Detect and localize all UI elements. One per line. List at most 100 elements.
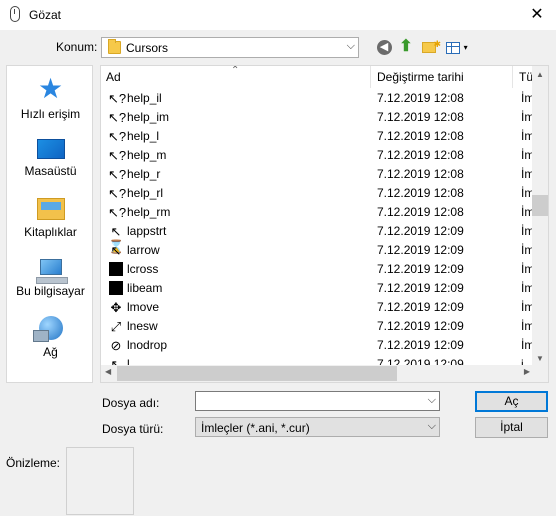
file-row[interactable]: ↖? help_im 7.12.2019 12:08 İm [101,108,534,127]
up-folder-button[interactable]: ⬆ [397,38,415,56]
location-label: Konum: [56,40,98,54]
folder-icon [108,39,121,54]
file-row[interactable]: ↖⌛ lappstrt 7.12.2019 12:09 İm [101,222,534,254]
file-row[interactable]: ⊘ lnodrop 7.12.2019 12:09 İm [101,336,534,355]
file-name: help_r [127,167,161,181]
file-row[interactable]: ↖? help_r 7.12.2019 12:08 İm [101,165,534,184]
file-date: 7.12.2019 12:09 [377,300,464,314]
filetype-label: Dosya türü: [102,422,164,436]
close-button[interactable]: ✕ [526,5,548,25]
scroll-down-icon[interactable]: ▼ [532,354,548,363]
file-date: 7.12.2019 12:08 [377,91,464,105]
place-label: Kitaplıklar [24,225,77,239]
file-name: help_rm [127,205,171,219]
place-libraries[interactable]: Kitaplıklar [7,196,94,239]
file-row[interactable]: ↖? help_l 7.12.2019 12:08 İm [101,127,534,146]
scroll-left-icon[interactable]: ◀ [105,367,111,376]
places-sidebar: ★ Hızlı erişim Masaüstü Kitaplıklar Bu b… [6,65,93,383]
vertical-scroll-thumb[interactable] [532,195,548,216]
place-quick-access[interactable]: ★ Hızlı erişim [7,73,94,122]
place-this-pc[interactable]: Bu bilgisayar [7,256,94,298]
filename-label: Dosya adı: [102,396,160,410]
black-square-icon [109,262,123,276]
file-date: 7.12.2019 12:08 [377,148,464,162]
filename-input[interactable]: ⌵ [195,391,440,411]
mouse-icon [10,6,20,22]
scroll-right-icon[interactable]: ▶ [524,367,530,376]
file-date: 7.12.2019 12:09 [377,262,464,276]
no-drop-icon: ⊘ [110,338,122,353]
file-name: l [127,357,130,365]
arrow-cursor-icon: ↖ [110,243,122,258]
diagonal-resize-icon: ⤢ [110,319,122,334]
chevron-down-icon[interactable]: ⌵ [347,40,355,53]
vertical-scrollbar[interactable]: ▲ ▼ [532,66,548,367]
app-starting-cursor-icon: ↖⌛ [108,224,125,254]
file-row[interactable]: ↖? help_m 7.12.2019 12:08 İm [101,146,534,165]
place-label: Bu bilgisayar [16,284,85,298]
help-cursor-icon: ↖? [108,167,127,182]
file-row[interactable]: ↖ l 7.12.2019 12:09 i [101,355,534,365]
help-cursor-icon: ↖? [108,186,127,201]
scroll-up-icon[interactable]: ▲ [532,70,548,79]
column-header-type[interactable]: Tür [514,66,534,88]
file-date: 7.12.2019 12:09 [377,243,464,257]
file-row[interactable]: ⤢ lnesw 7.12.2019 12:09 İm [101,317,534,336]
file-name: help_il [127,91,162,105]
open-button[interactable]: Aç [475,391,548,412]
libraries-icon [36,198,65,220]
location-combobox[interactable]: Cursors ⌵ [101,37,359,58]
file-date: 7.12.2019 12:08 [377,110,464,124]
cancel-button[interactable]: İptal [475,417,548,438]
dropdown-arrow-icon: ▾ [463,42,468,52]
file-row[interactable]: ✥ lmove 7.12.2019 12:09 İm [101,298,534,317]
help-cursor-icon: ↖? [108,129,127,144]
file-row[interactable]: ↖ larrow 7.12.2019 12:09 İm [101,241,534,260]
help-cursor-icon: ↖? [108,148,127,163]
help-cursor-icon: ↖? [108,91,127,106]
place-desktop[interactable]: Masaüstü [7,136,94,178]
scrollbar-corner [532,365,548,382]
file-date: 7.12.2019 12:08 [377,167,464,181]
black-square-icon [109,281,123,295]
new-folder-button[interactable] [420,35,441,56]
file-name: lnodrop [127,338,168,352]
file-date: 7.12.2019 12:09 [377,281,464,295]
file-row[interactable]: lcross 7.12.2019 12:09 İm [101,260,534,279]
file-name: lcross [127,262,159,276]
chevron-down-icon[interactable]: ⌵ [428,394,436,407]
file-row[interactable]: ↖? help_il 7.12.2019 12:08 İm [101,89,534,108]
computer-icon [35,259,68,284]
chevron-down-icon[interactable]: ⌵ [428,420,436,433]
file-list: Ad ⌃ Değiştirme tarihi Tür ↖?help_il7.12… [100,65,549,383]
back-button[interactable]: ◀ [375,38,393,56]
file-row[interactable]: libeam 7.12.2019 12:09 İm [101,279,534,298]
place-network[interactable]: Ağ [7,316,94,359]
file-date: 7.12.2019 12:08 [377,129,464,143]
star-icon: ★ [37,73,64,104]
file-name: libeam [127,281,163,295]
preview-label: Önizleme: [6,456,61,470]
file-date: 7.12.2019 12:09 [377,338,464,352]
horizontal-scroll-thumb[interactable] [117,366,397,381]
place-label: Ağ [43,345,58,359]
column-header-name[interactable]: Ad ⌃ [101,66,371,88]
file-rows: ↖? help_il 7.12.2019 12:08 İm ↖? help_im 7.12.… [101,89,534,365]
view-menu-button[interactable]: ▾ [444,38,470,56]
place-label: Hızlı erişim [20,107,81,121]
up-arrow-icon: ⬆ [399,38,413,55]
back-arrow-icon: ◀ [376,40,392,56]
horizontal-scrollbar[interactable]: ◀ ▶ [101,365,534,382]
file-name: help_m [127,148,167,162]
location-value: Cursors [126,41,169,55]
file-name: help_l [127,129,160,143]
file-row[interactable]: ↖? help_rl 7.12.2019 12:08 İm [101,184,534,203]
arrow-cursor-icon: ↖ [110,357,122,365]
file-name: lmove [127,300,160,314]
filetype-select[interactable]: İmleçler (*.ani, *.cur) ⌵ [195,417,440,437]
file-row[interactable]: ↖? help_rm 7.12.2019 12:08 İm [101,203,534,222]
window-title: Gözat [29,8,62,22]
title-bar: Gözat ✕ [0,0,556,30]
file-date: 7.12.2019 12:09 [377,357,464,365]
column-header-date[interactable]: Değiştirme tarihi [372,66,513,88]
